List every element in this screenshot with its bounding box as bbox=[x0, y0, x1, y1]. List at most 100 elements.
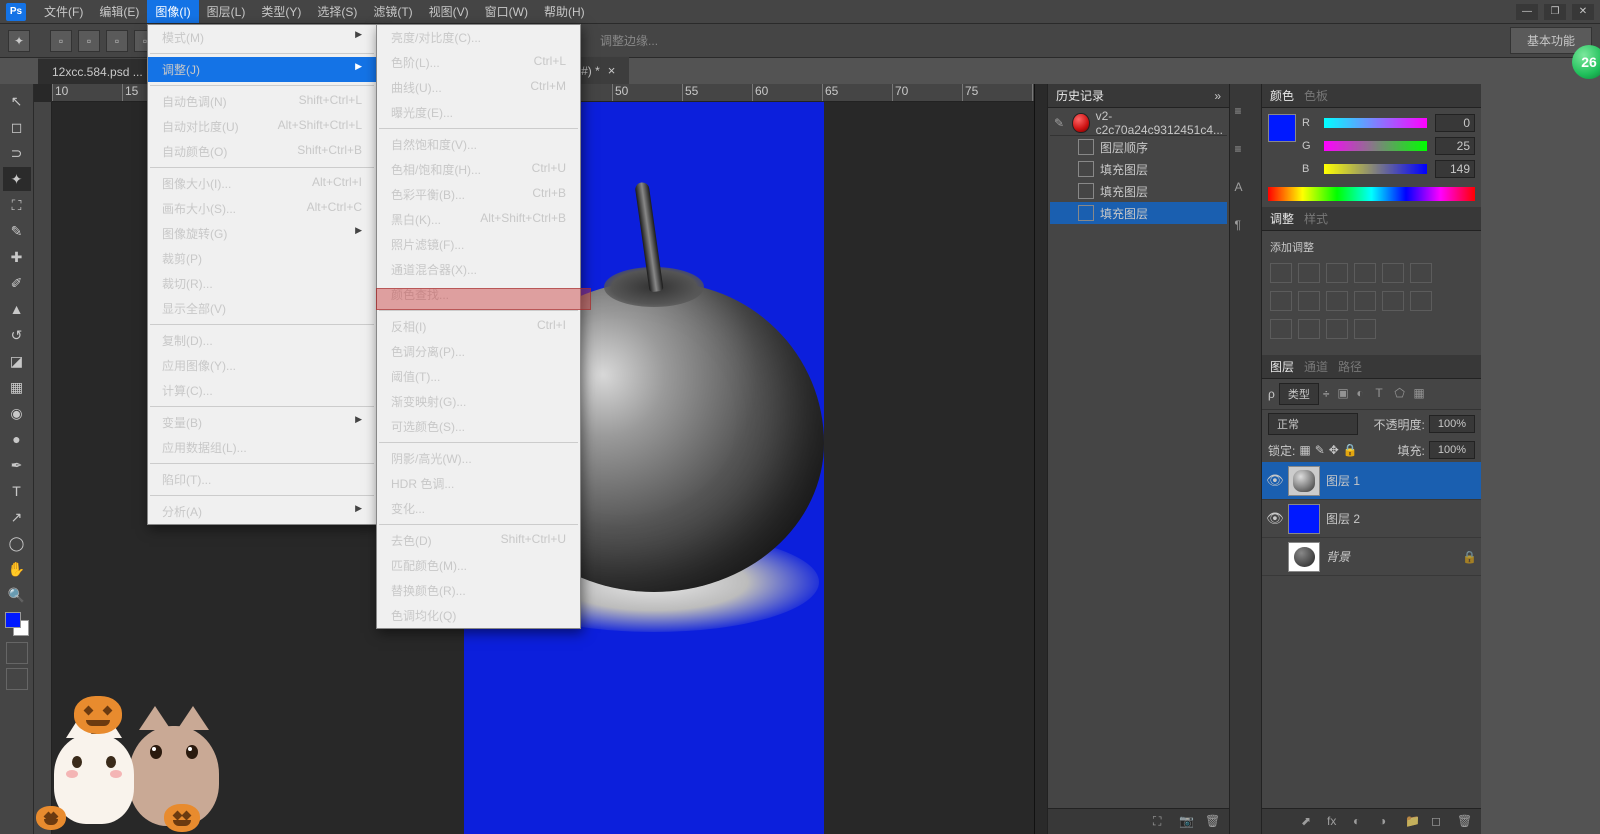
styles-tab[interactable]: 样式 bbox=[1304, 210, 1328, 227]
close-button[interactable]: ✕ bbox=[1572, 4, 1594, 20]
stamp-tool-icon[interactable]: ▲ bbox=[3, 297, 31, 321]
blend-mode-dropdown[interactable]: 正常 bbox=[1268, 413, 1358, 435]
history-tab[interactable]: 历史记录 bbox=[1056, 87, 1104, 104]
layer-name[interactable]: 背景 bbox=[1326, 548, 1350, 565]
visibility-toggle-icon[interactable]: 👁 bbox=[1266, 472, 1282, 489]
marquee-tool-icon[interactable]: ◻ bbox=[3, 115, 31, 139]
menu-item[interactable]: 自动色调(N)Shift+Ctrl+L bbox=[148, 89, 376, 114]
menu-item[interactable]: 调整(J) bbox=[148, 57, 376, 82]
new-layer-icon[interactable]: ◻ bbox=[1431, 814, 1447, 830]
lock-all-icon[interactable]: 🔒 bbox=[1343, 443, 1358, 457]
menu-item[interactable]: 照片滤镜(F)... bbox=[377, 232, 580, 257]
menu-帮助[interactable]: 帮助(H) bbox=[536, 0, 593, 23]
hand-tool-icon[interactable]: ✋ bbox=[3, 557, 31, 581]
menu-item[interactable]: 渐变映射(G)... bbox=[377, 389, 580, 414]
g-value[interactable]: 25 bbox=[1435, 137, 1475, 155]
adj-icon[interactable] bbox=[1298, 263, 1320, 283]
layer-item[interactable]: 👁 图层 2 bbox=[1262, 500, 1481, 538]
group-icon[interactable]: 📁 bbox=[1405, 814, 1421, 830]
filter-pixel-icon[interactable]: ▣ bbox=[1337, 386, 1353, 402]
history-brush-tool-icon[interactable]: ↺ bbox=[3, 323, 31, 347]
healing-tool-icon[interactable]: ✚ bbox=[3, 245, 31, 269]
adj-icon[interactable] bbox=[1326, 263, 1348, 283]
fill-value[interactable]: 100% bbox=[1429, 441, 1475, 459]
adj-icon[interactable] bbox=[1410, 263, 1432, 283]
layer-name[interactable]: 图层 2 bbox=[1326, 510, 1360, 527]
adj-icon[interactable] bbox=[1270, 319, 1292, 339]
menu-item[interactable]: 自然饱和度(V)... bbox=[377, 132, 580, 157]
menu-滤镜[interactable]: 滤镜(T) bbox=[365, 0, 420, 23]
adjustments-tab[interactable]: 调整 bbox=[1270, 210, 1294, 227]
layers-tab[interactable]: 图层 bbox=[1270, 358, 1294, 375]
history-item[interactable]: 图层顺序 bbox=[1050, 136, 1227, 158]
eyedropper-tool-icon[interactable]: ✎ bbox=[3, 219, 31, 243]
menu-item[interactable]: 计算(C)... bbox=[148, 378, 376, 403]
channels-tab[interactable]: 通道 bbox=[1304, 358, 1328, 375]
visibility-toggle-icon[interactable]: 👁 bbox=[1266, 510, 1282, 527]
panel-icon-1[interactable]: ≡ bbox=[1235, 104, 1257, 126]
spectrum-ramp[interactable] bbox=[1268, 187, 1475, 201]
g-slider[interactable] bbox=[1324, 141, 1427, 151]
eraser-tool-icon[interactable]: ◪ bbox=[3, 349, 31, 373]
menu-item[interactable]: 色彩平衡(B)...Ctrl+B bbox=[377, 182, 580, 207]
move-tool-icon[interactable]: ↖ bbox=[3, 89, 31, 113]
adj-icon[interactable] bbox=[1326, 319, 1348, 339]
maximize-button[interactable]: ❐ bbox=[1544, 4, 1566, 20]
trash-icon[interactable]: 🗑 bbox=[1205, 814, 1221, 830]
r-slider[interactable] bbox=[1324, 118, 1427, 128]
adjustment-layer-icon[interactable]: ◑ bbox=[1379, 814, 1395, 830]
menu-item[interactable]: 复制(D)... bbox=[148, 328, 376, 353]
screen-mode-icon[interactable] bbox=[6, 668, 28, 690]
menu-文件[interactable]: 文件(F) bbox=[36, 0, 91, 23]
menu-item[interactable]: 分析(A) bbox=[148, 499, 376, 524]
adj-icon[interactable] bbox=[1270, 291, 1292, 311]
menu-item[interactable]: 图像旋转(G) bbox=[148, 221, 376, 246]
quick-mask-icon[interactable] bbox=[6, 642, 28, 664]
fx-icon[interactable]: fx bbox=[1327, 814, 1343, 830]
color-swatches[interactable] bbox=[5, 612, 29, 636]
color-tab[interactable]: 颜色 bbox=[1270, 87, 1294, 104]
menu-item[interactable]: 通道混合器(X)... bbox=[377, 257, 580, 282]
history-item[interactable]: 填充图层 bbox=[1050, 180, 1227, 202]
menu-图层[interactable]: 图层(L) bbox=[199, 0, 254, 23]
menu-item[interactable]: 色调均化(Q) bbox=[377, 603, 580, 628]
selection-new-icon[interactable]: ▫ bbox=[50, 30, 72, 52]
foreground-swatch[interactable] bbox=[1268, 114, 1296, 142]
swatches-tab[interactable]: 色板 bbox=[1304, 87, 1328, 104]
menu-窗口[interactable]: 窗口(W) bbox=[477, 0, 536, 23]
panel-icon-2[interactable]: ≡ bbox=[1235, 142, 1257, 164]
brush-tool-icon[interactable]: ✐ bbox=[3, 271, 31, 295]
menu-item[interactable]: 黑白(K)...Alt+Shift+Ctrl+B bbox=[377, 207, 580, 232]
filter-smart-icon[interactable]: ▦ bbox=[1413, 386, 1429, 402]
layer-name[interactable]: 图层 1 bbox=[1326, 472, 1360, 489]
menu-item[interactable]: 画布大小(S)...Alt+Ctrl+C bbox=[148, 196, 376, 221]
filter-type-icon[interactable]: T bbox=[1375, 386, 1391, 402]
menu-item[interactable]: 色调分离(P)... bbox=[377, 339, 580, 364]
paragraph-panel-icon[interactable]: ¶ bbox=[1235, 218, 1257, 240]
adj-icon[interactable] bbox=[1298, 291, 1320, 311]
lock-pixels-icon[interactable]: ✎ bbox=[1315, 443, 1325, 457]
menu-item[interactable]: 图像大小(I)...Alt+Ctrl+I bbox=[148, 171, 376, 196]
filter-shape-icon[interactable]: ⬠ bbox=[1394, 386, 1410, 402]
menu-item[interactable]: 色相/饱和度(H)...Ctrl+U bbox=[377, 157, 580, 182]
menu-item[interactable]: 变化... bbox=[377, 496, 580, 521]
menu-item[interactable]: 匹配颜色(M)... bbox=[377, 553, 580, 578]
menu-item[interactable]: 颜色查找... bbox=[377, 282, 580, 307]
magic-wand-tool-icon[interactable]: ✦ bbox=[3, 167, 31, 191]
layer-item[interactable]: 👁 图层 1 bbox=[1262, 462, 1481, 500]
menu-item[interactable]: 色阶(L)...Ctrl+L bbox=[377, 50, 580, 75]
dodge-tool-icon[interactable]: ● bbox=[3, 427, 31, 451]
opacity-value[interactable]: 100% bbox=[1429, 415, 1475, 433]
adj-icon[interactable] bbox=[1410, 291, 1432, 311]
layer-kind-dropdown[interactable]: 类型 bbox=[1279, 383, 1319, 405]
tool-preset-icon[interactable]: ✦ bbox=[8, 30, 30, 52]
lasso-tool-icon[interactable]: ⊃ bbox=[3, 141, 31, 165]
crop-tool-icon[interactable]: ⛶ bbox=[3, 193, 31, 217]
lock-position-icon[interactable]: ✥ bbox=[1329, 443, 1339, 457]
refine-edge-button[interactable]: 调整边缘... bbox=[600, 32, 658, 49]
b-value[interactable]: 149 bbox=[1435, 160, 1475, 178]
menu-item[interactable]: 反相(I)Ctrl+I bbox=[377, 314, 580, 339]
layer-item[interactable]: 背景🔒 bbox=[1262, 538, 1481, 576]
menu-item[interactable]: 曝光度(E)... bbox=[377, 100, 580, 125]
r-value[interactable]: 0 bbox=[1435, 114, 1475, 132]
